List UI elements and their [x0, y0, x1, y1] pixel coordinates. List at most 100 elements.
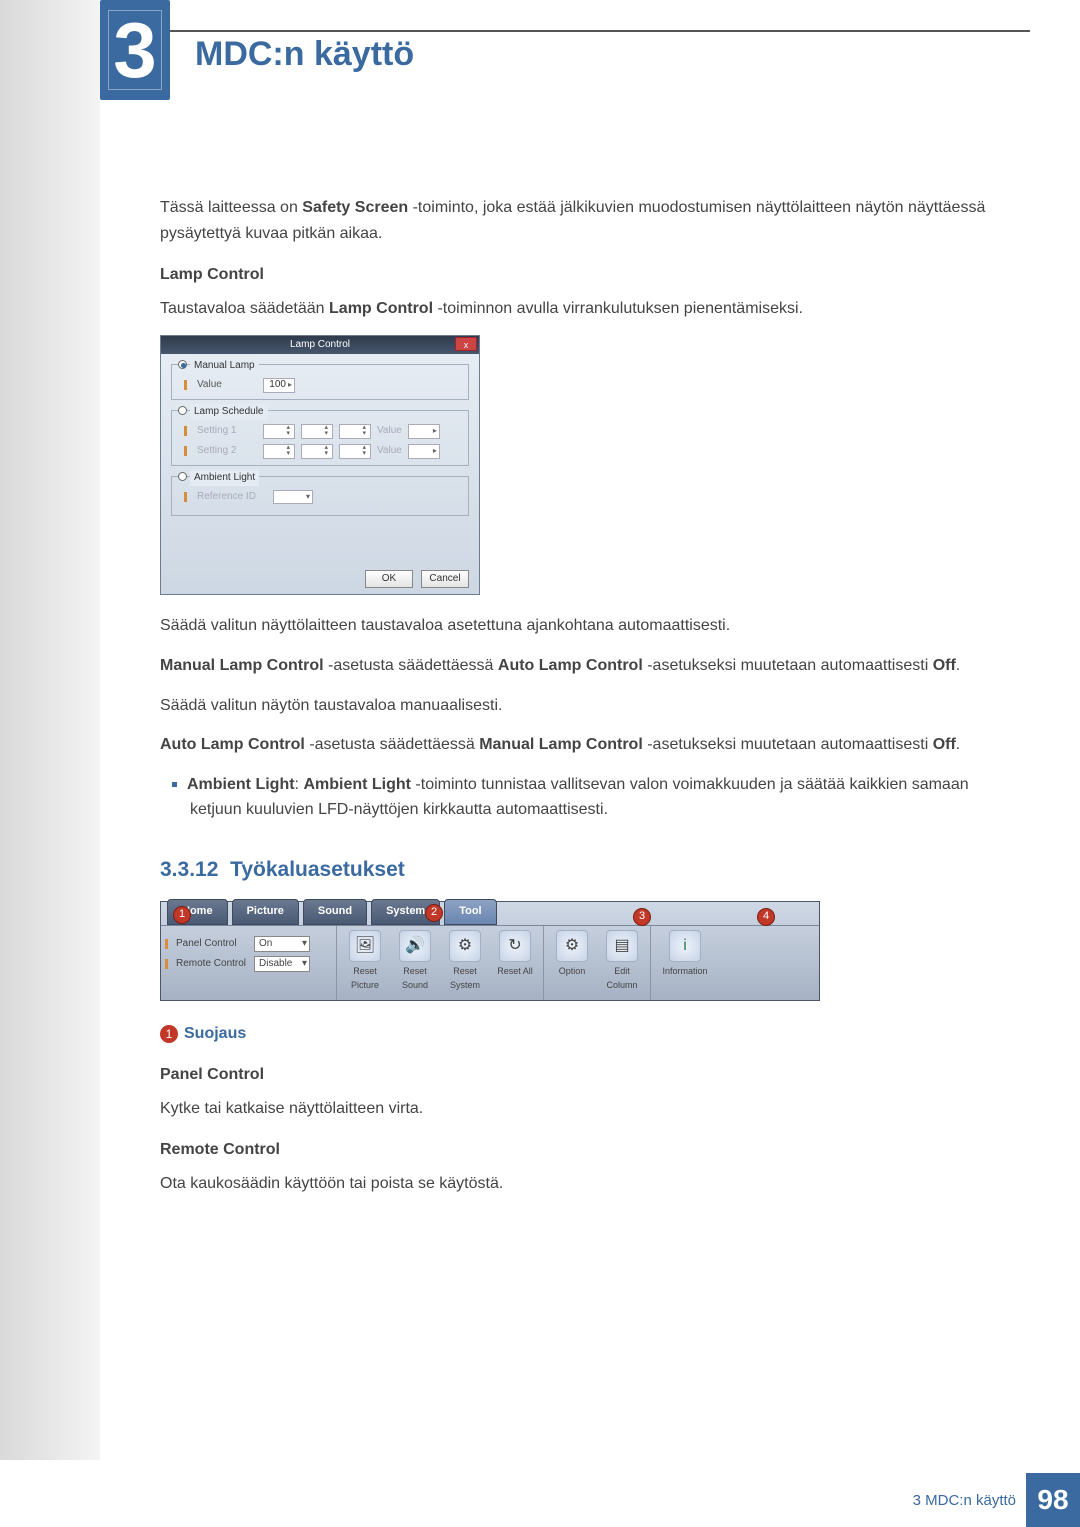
value-spinner[interactable]: 100 [263, 378, 295, 393]
reset-picture-button[interactable]: 🖼 Reset Picture [341, 930, 389, 996]
setting2-label: Setting 2 [197, 443, 257, 459]
text: Manual Lamp Control -asetusta säädettäes… [160, 653, 995, 679]
value-label: Value [377, 423, 402, 439]
ampm-spinner[interactable]: ▴▾ [339, 424, 371, 439]
text: -asetusta säädettäessä [305, 736, 479, 753]
text: Taustavaloa säädetään [160, 300, 329, 317]
reset-group: 🖼 Reset Picture 🔊 Reset Sound ⚙ Reset Sy… [337, 926, 544, 1000]
chapter-badge: 3 [100, 0, 170, 100]
ampm-spinner[interactable]: ▴▾ [339, 444, 371, 459]
marker-1: 1 [173, 906, 191, 924]
text: Auto Lamp Control [498, 657, 643, 674]
dropdown-value: Disable [259, 956, 292, 972]
section-number: 3.3.12 [160, 858, 218, 881]
ambient-light-radio[interactable] [178, 472, 187, 481]
tab-picture[interactable]: Picture [232, 899, 299, 925]
text: -asetukseksi muutetaan automaattisesti [643, 736, 933, 753]
text: Manual Lamp Control [479, 736, 643, 753]
reset-picture-icon: 🖼 [349, 930, 381, 962]
lamp-schedule-radio[interactable] [178, 406, 187, 415]
text: . [956, 736, 960, 753]
label: Edit Column [598, 964, 646, 993]
panel-control-dropdown[interactable]: On [254, 936, 310, 952]
reference-id-select[interactable] [273, 490, 313, 504]
label: Reset All [497, 964, 533, 978]
ambient-light-group: Ambient Light Reference ID [171, 476, 469, 516]
remote-control-dropdown[interactable]: Disable [254, 956, 310, 972]
dialog-titlebar: Lamp Control x [161, 336, 479, 354]
reset-all-button[interactable]: ↻ Reset All [491, 930, 539, 996]
reset-system-icon: ⚙ [449, 930, 481, 962]
tab-sound[interactable]: Sound [303, 899, 367, 925]
text: Säädä valitun näytön taustavaloa manuaal… [160, 693, 995, 719]
marker-1-inline: 1 [160, 1025, 178, 1043]
minute-spinner[interactable]: ▴▾ [301, 424, 333, 439]
text: Ambient Light [303, 776, 411, 793]
panel-control-sub-heading: Panel Control [160, 1062, 995, 1088]
panel-control-label: Panel Control [176, 936, 250, 952]
marker-3: 3 [633, 908, 651, 926]
remote-control-body: Ota kaukosäädin käyttöön tai poista se k… [160, 1171, 995, 1197]
edit-column-button[interactable]: ▤ Edit Column [598, 930, 646, 996]
label: Reset System [441, 964, 489, 993]
panel-control-body: Kytke tai katkaise näyttölaitteen virta. [160, 1096, 995, 1122]
group-legend: Lamp Schedule [190, 404, 268, 420]
tool-toolbar: Home Picture Sound System Tool 1 2 3 4 P… [160, 901, 820, 1001]
bullet-ambient-light: Ambient Light: Ambient Light -toiminto t… [160, 772, 995, 823]
cancel-button[interactable]: Cancel [421, 570, 469, 588]
reset-system-button[interactable]: ⚙ Reset System [441, 930, 489, 996]
value-label: Value [197, 377, 257, 393]
reset-all-icon: ↻ [499, 930, 531, 962]
hour-spinner[interactable]: ▴▾ [263, 444, 295, 459]
reset-sound-icon: 🔊 [399, 930, 431, 962]
footer-text: 3 MDC:n käyttö [913, 1492, 1016, 1509]
text: -asetukseksi muutetaan automaattisesti [643, 657, 933, 674]
information-icon: i [669, 930, 701, 962]
field-marker [184, 426, 187, 436]
text: Off [933, 736, 956, 753]
hour-spinner[interactable]: ▴▾ [263, 424, 295, 439]
info-group: i Information [651, 926, 719, 1000]
field-marker [184, 446, 187, 456]
dialog-title: Lamp Control [290, 339, 350, 350]
lamp-schedule-group: Lamp Schedule Setting 1 ▴▾ ▴▾ ▴▾ Value S… [171, 410, 469, 466]
field-marker [184, 492, 187, 502]
header-rule [100, 30, 1030, 32]
suojaus-heading: 1 Suojaus [160, 1021, 995, 1047]
left-margin-decoration [0, 0, 100, 1460]
minute-spinner[interactable]: ▴▾ [301, 444, 333, 459]
manual-lamp-radio[interactable] [178, 360, 187, 369]
value-label: Value [377, 443, 402, 459]
field-marker [165, 939, 168, 949]
label: Reset Picture [341, 964, 389, 993]
marker-4: 4 [757, 908, 775, 926]
page-number: 98 [1026, 1473, 1080, 1527]
marker-2: 2 [425, 904, 443, 922]
tab-tool[interactable]: Tool [444, 899, 496, 925]
option-button[interactable]: ⚙ Option [548, 930, 596, 996]
panel-section: Panel Control On Remote Control Disable [161, 926, 337, 1000]
text: Off [933, 657, 956, 674]
option-group: ⚙ Option ▤ Edit Column [544, 926, 651, 1000]
suojaus-label: Suojaus [184, 1021, 246, 1047]
lamp-control-desc: Taustavaloa säädetään Lamp Control -toim… [160, 296, 995, 322]
label: Information [662, 964, 707, 978]
text: . [956, 657, 960, 674]
remote-control-sub-heading: Remote Control [160, 1137, 995, 1163]
section-title: Työkaluasetukset [230, 858, 405, 881]
safety-screen-term: Safety Screen [302, 199, 408, 216]
value-spinner[interactable] [408, 424, 440, 439]
text: Säädä valitun näyttölaitteen taustavaloa… [160, 613, 995, 639]
reset-sound-button[interactable]: 🔊 Reset Sound [391, 930, 439, 996]
field-marker [165, 959, 168, 969]
text: Lamp Control [329, 300, 433, 317]
value-spinner[interactable] [408, 444, 440, 459]
information-button[interactable]: i Information [655, 930, 715, 996]
text: -toiminnon avulla virrankulutuksen piene… [433, 300, 803, 317]
bullet-icon [172, 782, 177, 787]
content-area: Tässä laitteessa on Safety Screen -toimi… [160, 195, 995, 1211]
close-icon[interactable]: x [455, 337, 477, 351]
ok-button[interactable]: OK [365, 570, 413, 588]
option-icon: ⚙ [556, 930, 588, 962]
group-legend: Ambient Light [190, 470, 259, 486]
